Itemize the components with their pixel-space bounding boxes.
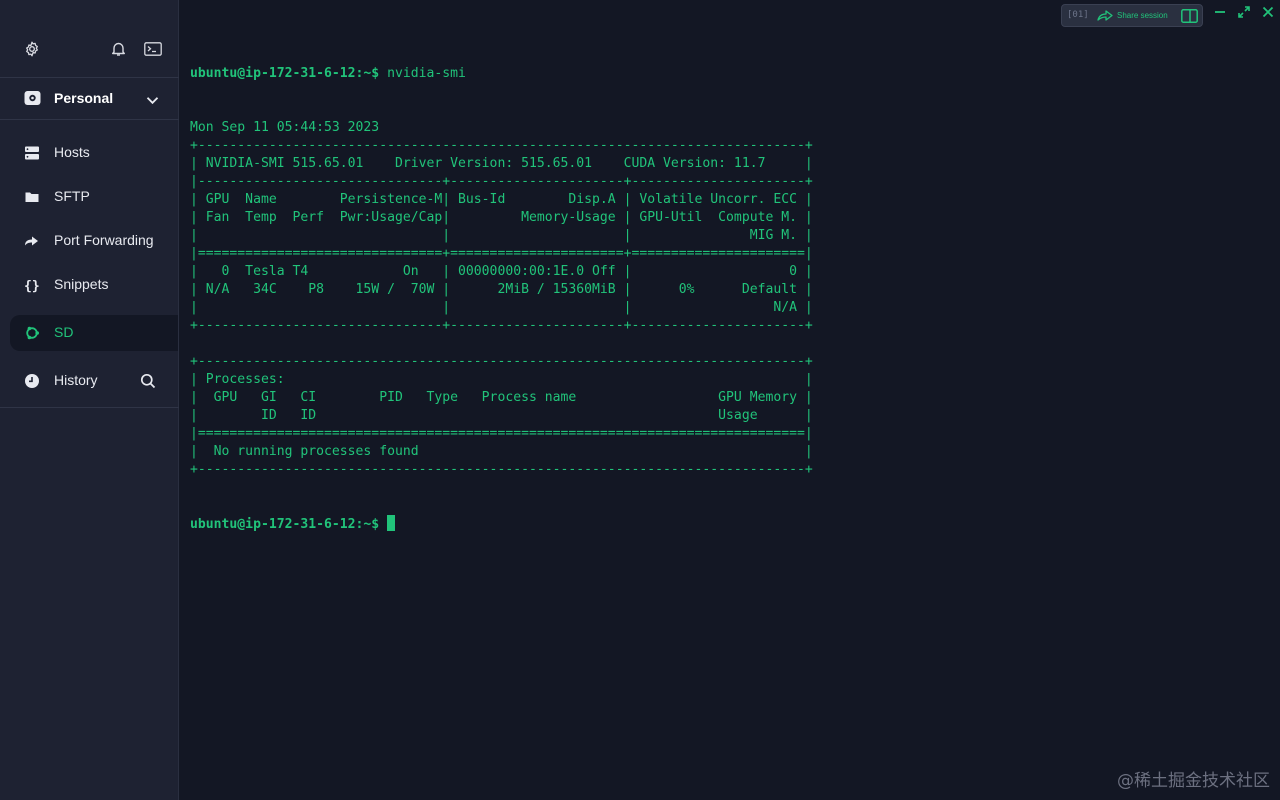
terminal-line: |=======================================… [190, 426, 813, 441]
ubuntu-icon [24, 325, 40, 341]
terminal-line: +---------------------------------------… [190, 462, 813, 477]
split-view-icon[interactable] [1181, 9, 1198, 28]
terminal-line: | Processes: | [190, 372, 813, 387]
minimize-icon[interactable] [1213, 5, 1227, 24]
current-prompt-line: ubuntu@ip-172-31-6-12:~$ [190, 515, 813, 533]
terminal-icon[interactable] [144, 42, 162, 56]
terminal-line: | Fan Temp Perf Pwr:Usage/Cap| Memory-Us… [190, 210, 813, 225]
sidebar-item-label: SFTP [54, 188, 90, 204]
search-icon[interactable] [140, 373, 156, 394]
terminal-line: | 0 Tesla T4 On | 00000000:00:1E.0 Off |… [190, 264, 813, 279]
share-icon[interactable] [1097, 9, 1113, 27]
sidebar-item-sftp[interactable]: SFTP [0, 179, 179, 215]
vault-label: Personal [54, 90, 114, 106]
terminal-cursor [387, 515, 396, 531]
clock-icon [24, 373, 40, 389]
terminal-line: |===============================+=======… [190, 246, 813, 261]
sidebar-item-label: Hosts [54, 144, 90, 160]
share-session-button[interactable]: Share session [1117, 11, 1168, 20]
vault-icon [24, 90, 41, 111]
sidebar-item-label: SD [54, 324, 74, 340]
sidebar-item-sd[interactable]: SD [10, 315, 178, 351]
terminal-output[interactable]: ubuntu@ip-172-31-6-12:~$ nvidia-smi Mon … [190, 29, 813, 551]
terminal-line: | ID ID Usage | [190, 408, 813, 423]
sidebar-item-label: Port Forwarding [54, 232, 154, 248]
braces-icon: {} [24, 277, 40, 294]
sidebar-item-history[interactable]: History [0, 363, 179, 399]
share-session-bar: [01] Share session [1061, 4, 1203, 27]
forward-icon [24, 233, 40, 249]
terminal-line: | GPU Name Persistence-M| Bus-Id Disp.A … [190, 192, 813, 207]
sidebar-item-label: History [54, 372, 98, 388]
maximize-icon[interactable] [1237, 5, 1251, 24]
sidebar-item-hosts[interactable]: Hosts [0, 135, 179, 171]
command-text: nvidia-smi [379, 66, 466, 81]
terminal-line: | | | MIG M. | [190, 228, 813, 243]
watermark: @稀土掘金技术社区 [1117, 771, 1270, 791]
terminal-line: Mon Sep 11 05:44:53 2023 [190, 120, 380, 135]
sidebar-item-label: Snippets [54, 276, 109, 292]
command-line: ubuntu@ip-172-31-6-12:~$ nvidia-smi [190, 65, 813, 83]
sidebar: Personal Hosts SFTP Port Forwarding {} S… [0, 0, 179, 800]
hosts-icon [24, 145, 40, 161]
sidebar-top-toolbar [0, 0, 179, 77]
terminal-line: |-------------------------------+-------… [190, 174, 813, 189]
shell-prompt: ubuntu@ip-172-31-6-12:~$ [190, 66, 380, 81]
sidebar-item-port-forwarding[interactable]: Port Forwarding [0, 223, 179, 259]
terminal-line: | N/A 34C P8 15W / 70W | 2MiB / 15360MiB… [190, 282, 813, 297]
sidebar-item-snippets[interactable]: {} Snippets [0, 267, 179, 303]
shell-prompt: ubuntu@ip-172-31-6-12:~$ [190, 517, 380, 532]
vault-selector[interactable]: Personal [0, 78, 179, 119]
terminal-line: +---------------------------------------… [190, 354, 813, 369]
terminal-line: +---------------------------------------… [190, 138, 813, 153]
terminal-line: | NVIDIA-SMI 515.65.01 Driver Version: 5… [190, 156, 813, 171]
output-lines: Mon Sep 11 05:44:53 2023 +---------------… [190, 119, 813, 479]
sidebar-divider [0, 119, 179, 120]
gear-icon[interactable] [24, 41, 40, 57]
terminal-line: +-------------------------------+-------… [190, 318, 813, 333]
terminal-line: | GPU GI CI PID Type Process name GPU Me… [190, 390, 813, 405]
chevron-down-icon[interactable] [146, 92, 159, 110]
bell-icon[interactable] [111, 41, 126, 57]
terminal-line: | | | N/A | [190, 300, 813, 315]
session-tag: [01] [1067, 10, 1089, 20]
terminal-line: | No running processes found | [190, 444, 813, 459]
folder-icon [24, 189, 40, 205]
svg-text:{}: {} [24, 279, 40, 293]
close-icon[interactable] [1261, 5, 1275, 24]
sidebar-divider [0, 407, 179, 408]
